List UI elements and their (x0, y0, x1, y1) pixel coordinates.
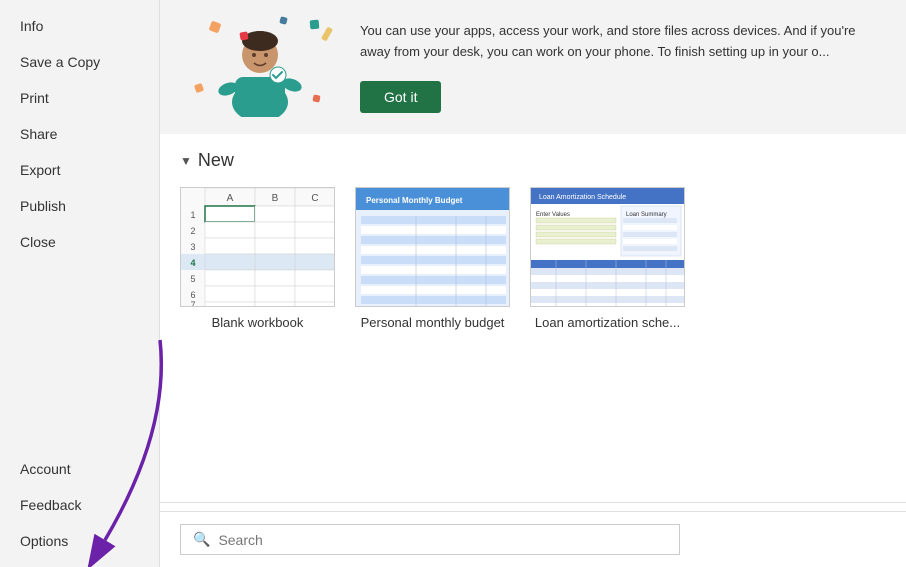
banner-section: You can use your apps, access your work,… (160, 0, 906, 134)
sidebar-item-save-copy[interactable]: Save a Copy (0, 44, 159, 80)
sidebar-item-info[interactable]: Info (0, 8, 159, 44)
svg-text:Enter Values: Enter Values (536, 212, 570, 218)
banner-text-area: You can use your apps, access your work,… (360, 21, 886, 113)
sidebar-item-share[interactable]: Share (0, 116, 159, 152)
template-blank-workbook[interactable]: A B C 1 (180, 187, 335, 330)
loan-amortization-label: Loan amortization sche... (535, 315, 680, 330)
svg-text:A: A (227, 193, 234, 204)
sidebar-item-close[interactable]: Close (0, 224, 159, 260)
search-bar-area: 🔍 (160, 511, 906, 567)
sidebar-item-feedback[interactable]: Feedback (0, 487, 159, 523)
svg-text:Loan Amortization Schedule: Loan Amortization Schedule (539, 194, 626, 201)
search-input[interactable] (218, 532, 667, 548)
svg-text:C: C (311, 193, 318, 204)
divider (160, 502, 906, 503)
blank-workbook-label: Blank workbook (212, 315, 304, 330)
template-loan-amortization[interactable]: Loan Amortization Schedule Loan Summary … (530, 187, 685, 330)
svg-text:3: 3 (190, 242, 195, 252)
chevron-down-icon: ▼ (180, 154, 192, 168)
svg-text:Loan Summary: Loan Summary (626, 212, 667, 218)
sidebar-item-print[interactable]: Print (0, 80, 159, 116)
svg-text:6: 6 (190, 290, 195, 300)
svg-text:7: 7 (190, 300, 195, 307)
sidebar-item-publish[interactable]: Publish (0, 188, 159, 224)
new-header: ▼ New (180, 150, 886, 171)
personal-budget-thumb: Personal Monthly Budget (355, 187, 510, 307)
svg-text:5: 5 (190, 274, 195, 284)
got-it-button[interactable]: Got it (360, 81, 441, 113)
template-personal-budget[interactable]: Personal Monthly Budget (355, 187, 510, 330)
templates-row: A B C 1 (180, 187, 886, 330)
sidebar: InfoSave a CopyPrintShareExportPublishCl… (0, 0, 160, 567)
svg-text:Personal Monthly Budget: Personal Monthly Budget (366, 196, 463, 205)
new-section: ▼ New A (160, 134, 906, 494)
personal-budget-label: Personal monthly budget (361, 315, 505, 330)
sidebar-item-export[interactable]: Export (0, 152, 159, 188)
search-bar[interactable]: 🔍 (180, 524, 680, 555)
svg-text:4: 4 (190, 258, 195, 268)
svg-text:1: 1 (190, 210, 195, 220)
sidebar-item-account[interactable]: Account (0, 451, 159, 487)
svg-text:2: 2 (190, 226, 195, 236)
main-content: You can use your apps, access your work,… (160, 0, 906, 567)
new-section-title: New (198, 150, 234, 171)
search-icon: 🔍 (193, 531, 210, 548)
svg-text:B: B (272, 193, 279, 204)
blank-workbook-thumb: A B C 1 (180, 187, 335, 307)
banner-text: You can use your apps, access your work,… (360, 21, 886, 63)
loan-amortization-thumb: Loan Amortization Schedule Loan Summary … (530, 187, 685, 307)
banner-illustration (180, 12, 340, 122)
sidebar-item-options[interactable]: Options (0, 523, 159, 559)
